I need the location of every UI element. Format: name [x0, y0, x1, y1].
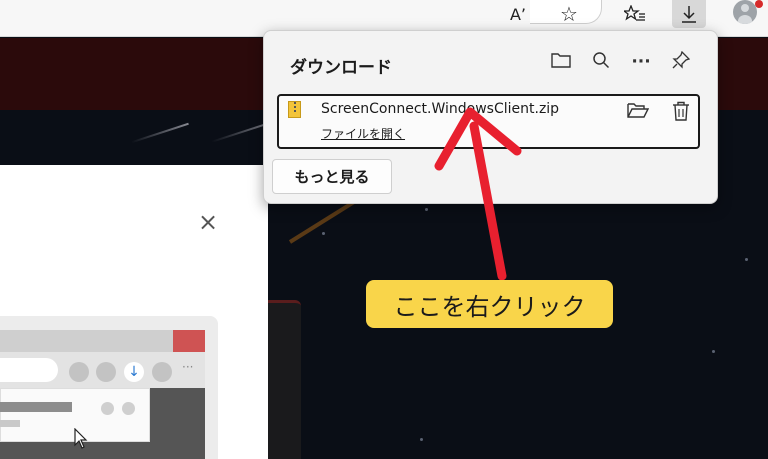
- star-dot: [712, 350, 715, 353]
- illustration-button: [101, 402, 114, 415]
- favorites-list-icon: [624, 5, 645, 21]
- star-dot: [420, 438, 423, 441]
- pushpin-icon: [672, 50, 691, 69]
- browser-illustration: ↓ ···: [0, 316, 218, 459]
- see-more-button[interactable]: もっと見る: [272, 159, 392, 194]
- star-dot: [745, 258, 748, 261]
- favorites-list-icon[interactable]: [618, 0, 652, 28]
- folder-icon: [551, 53, 571, 68]
- notification-badge: [755, 0, 763, 8]
- favorite-star-icon[interactable]: ☆: [552, 0, 586, 28]
- meteor-streak: [131, 122, 189, 144]
- zip-file-icon: [288, 101, 301, 118]
- download-arrow-icon: [682, 6, 696, 23]
- mouse-cursor-icon: [74, 428, 88, 449]
- illustration-text-line: [0, 402, 72, 412]
- illustration-button: [122, 402, 135, 415]
- illustration-button: [152, 362, 172, 382]
- star-dot: [425, 208, 428, 211]
- downloads-flyout: ダウンロード ··· ScreenConnect.WindowsClient.z…: [263, 30, 718, 204]
- star-dot: [322, 232, 325, 235]
- illustration-button: [96, 362, 116, 382]
- more-options-icon[interactable]: ···: [630, 51, 652, 73]
- read-aloud-icon[interactable]: A’: [501, 0, 535, 28]
- illustration-close-area: [173, 330, 205, 352]
- profile-avatar-icon[interactable]: [733, 0, 757, 24]
- download-file-name[interactable]: ScreenConnect.WindowsClient.zip: [321, 101, 559, 117]
- illustration-download-icon: ↓: [124, 362, 144, 382]
- illustration-text-line: [0, 420, 20, 427]
- pin-icon[interactable]: [670, 50, 692, 73]
- open-file-link[interactable]: ファイルを開く: [321, 125, 405, 142]
- show-in-folder-icon[interactable]: [626, 101, 650, 123]
- open-folder-icon[interactable]: [550, 51, 572, 73]
- illustration-more-icon: ···: [182, 360, 194, 374]
- folder-open-icon: [627, 103, 650, 118]
- delete-icon[interactable]: [669, 101, 693, 123]
- annotation-callout: ここを右クリック: [366, 280, 613, 328]
- close-icon[interactable]: ×: [196, 210, 220, 234]
- search-icon[interactable]: [590, 51, 612, 73]
- content-card-edge: [268, 300, 301, 459]
- illustration-address-bar: [0, 358, 58, 382]
- magnifier-icon: [593, 52, 610, 69]
- download-item[interactable]: ScreenConnect.WindowsClient.zip ファイルを開く: [277, 94, 700, 149]
- flyout-title: ダウンロード: [290, 58, 392, 78]
- trash-icon: [673, 101, 689, 121]
- download-icon[interactable]: [672, 0, 706, 28]
- illustration-button: [69, 362, 89, 382]
